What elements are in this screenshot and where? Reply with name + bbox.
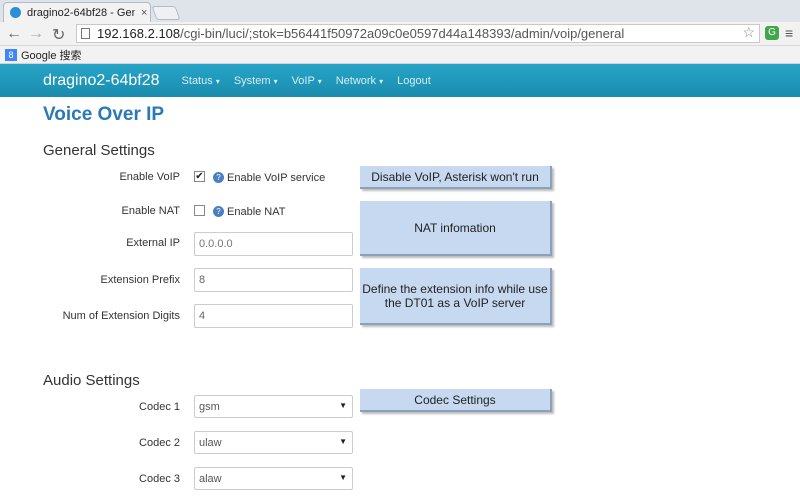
bookmark-google[interactable]: Google 搜索 xyxy=(21,47,82,63)
menu-system-label: System xyxy=(233,74,271,87)
new-tab-button[interactable] xyxy=(151,6,181,20)
chevron-down-icon: ▾ xyxy=(317,76,322,86)
menu-network-label: Network xyxy=(335,74,377,87)
chevron-down-icon: ▾ xyxy=(273,76,278,86)
page-icon xyxy=(81,28,90,39)
dropdown-arrow-icon: ▼ xyxy=(339,437,347,446)
back-icon[interactable]: ← xyxy=(6,25,22,43)
menu-logout[interactable]: Logout xyxy=(397,75,431,87)
dropdown-arrow-icon: ▼ xyxy=(339,401,347,410)
menu-status[interactable]: Status ▾ xyxy=(182,75,220,87)
extension-prefix-input[interactable] xyxy=(194,268,353,292)
browser-toolbar: ← → ↻ 192.168.2.108/cgi-bin/luci/;stok=b… xyxy=(0,22,800,46)
brand-title[interactable]: dragino2-64bf28 xyxy=(43,72,160,90)
reload-icon[interactable]: ↻ xyxy=(52,25,65,45)
menu-status-label: Status xyxy=(181,74,213,87)
general-settings-title: General Settings xyxy=(43,142,155,159)
chevron-down-icon: ▾ xyxy=(215,76,220,86)
url-path: /cgi-bin/luci/;stok=b56441f50972a09c0e05… xyxy=(180,26,625,41)
help-icon: ? xyxy=(213,172,224,183)
google-icon: 8 xyxy=(5,48,17,61)
browser-menu-icon[interactable]: ≡ xyxy=(785,25,793,41)
bookmarks-bar: 8 Google 搜索 xyxy=(0,46,800,64)
chevron-down-icon: ▾ xyxy=(379,76,384,86)
url-host: 192.168.2.108 xyxy=(97,26,181,41)
bookmark-star-icon[interactable]: ☆ xyxy=(742,24,755,41)
num-extension-digits-label: Num of Extension Digits xyxy=(62,310,180,322)
dropdown-arrow-icon: ▼ xyxy=(339,473,347,482)
favicon-icon xyxy=(10,7,21,18)
enable-nat-help: Enable NAT xyxy=(227,206,286,218)
codec-3-value: alaw xyxy=(199,472,222,485)
enable-nat-checkbox[interactable] xyxy=(194,205,205,216)
annotation-voip-note: Disable VoIP, Asterisk won't run xyxy=(360,166,552,189)
annotation-extension-line2: the DT01 as a VoIP server xyxy=(384,295,526,310)
page-title: Voice Over IP xyxy=(43,104,165,125)
extension-icon[interactable]: G xyxy=(765,26,779,40)
annotation-extension-note: Define the extension info while use the … xyxy=(360,268,552,325)
tab-title: dragino2-64bf28 - Gen xyxy=(27,6,135,19)
codec-2-value: ulaw xyxy=(199,436,222,449)
app-header: dragino2-64bf28 Status ▾ System ▾ VoIP ▾… xyxy=(0,64,800,97)
browser-tabstrip: dragino2-64bf28 - Gen × xyxy=(0,0,800,22)
codec-3-select[interactable]: alaw ▼ xyxy=(194,467,353,490)
codec-3-label: Codec 3 xyxy=(139,473,180,485)
enable-voip-help: Enable VoIP service xyxy=(227,172,326,184)
menu-voip-label: VoIP xyxy=(291,74,315,87)
annotation-extension-line1: Define the extension info while use xyxy=(362,281,548,296)
address-bar[interactable]: 192.168.2.108/cgi-bin/luci/;stok=b56441f… xyxy=(76,24,760,43)
browser-tab[interactable]: dragino2-64bf28 - Gen × xyxy=(3,2,151,22)
forward-icon[interactable]: → xyxy=(28,25,44,43)
extension-prefix-label: Extension Prefix xyxy=(100,274,180,286)
codec-1-value: gsm xyxy=(199,400,220,413)
annotation-codec-note: Codec Settings xyxy=(360,389,552,412)
codec-2-label: Codec 2 xyxy=(139,437,180,449)
annotation-nat-note: NAT infomation xyxy=(360,201,552,256)
enable-voip-checkbox[interactable]: ✔ xyxy=(194,171,205,182)
menu-voip[interactable]: VoIP ▾ xyxy=(292,75,322,87)
external-ip-label: External IP xyxy=(126,237,180,249)
tab-close-icon[interactable]: × xyxy=(141,7,147,19)
external-ip-input[interactable] xyxy=(194,232,353,256)
enable-voip-label: Enable VoIP xyxy=(119,171,180,183)
codec-1-label: Codec 1 xyxy=(139,401,180,413)
url-text: 192.168.2.108/cgi-bin/luci/;stok=b56441f… xyxy=(97,26,624,41)
audio-settings-title: Audio Settings xyxy=(43,372,140,389)
codec-2-select[interactable]: ulaw ▼ xyxy=(194,431,353,454)
menu-system[interactable]: System ▾ xyxy=(234,75,278,87)
menu-network[interactable]: Network ▾ xyxy=(336,75,383,87)
enable-nat-label: Enable NAT xyxy=(121,205,181,217)
codec-1-select[interactable]: gsm ▼ xyxy=(194,395,353,418)
help-icon: ? xyxy=(213,206,224,217)
num-extension-digits-input[interactable] xyxy=(194,304,353,328)
